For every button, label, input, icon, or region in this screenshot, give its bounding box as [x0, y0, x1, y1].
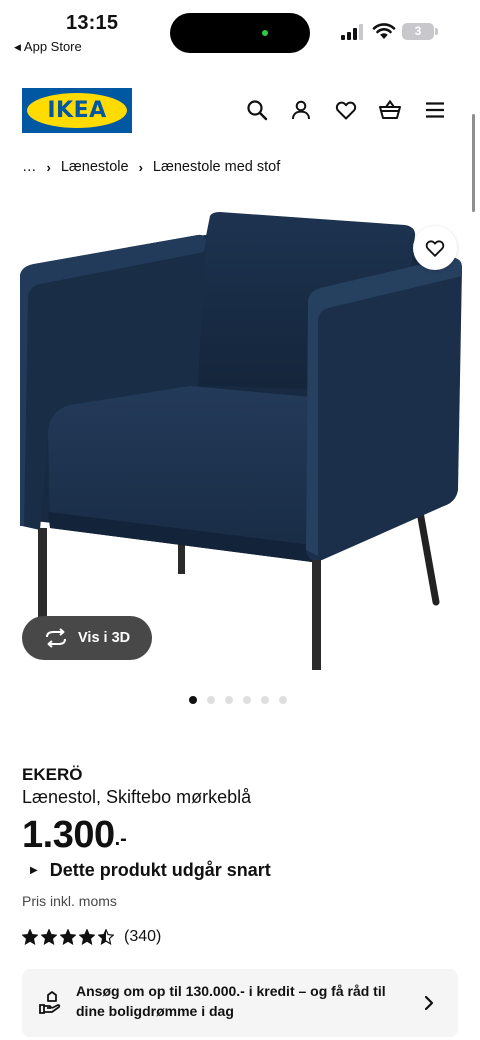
logo-text: IKEA: [47, 98, 107, 123]
breadcrumb: … › Lænestole › Lænestole med stof: [22, 156, 280, 178]
price-suffix: .-: [114, 828, 127, 850]
chevron-right-icon: ›: [138, 159, 143, 175]
account-icon[interactable]: [289, 98, 313, 122]
star-icon: [60, 929, 76, 945]
status-time: 13:15: [66, 12, 119, 34]
menu-icon[interactable]: [423, 98, 447, 122]
star-icon: [98, 929, 114, 945]
chevron-right-icon: ›: [46, 159, 51, 175]
caret-right-icon: ▶: [30, 865, 38, 876]
gallery-dot[interactable]: [207, 696, 215, 704]
rating-stars: [22, 929, 114, 945]
gallery-dot[interactable]: [225, 696, 233, 704]
gallery-dot[interactable]: [189, 696, 197, 704]
breadcrumb-fabric-armchairs[interactable]: Lænestole med stof: [153, 159, 280, 175]
chevron-right-icon: [424, 995, 434, 1011]
star-icon: [41, 929, 57, 945]
search-icon[interactable]: [245, 98, 269, 122]
star-icon: [79, 929, 95, 945]
save-to-favorites-button[interactable]: [413, 226, 457, 270]
heart-icon[interactable]: [334, 98, 358, 122]
view-in-3d-label: Vis i 3D: [78, 630, 131, 646]
status-bar: 13:15 ◀ App Store 3: [0, 0, 480, 64]
review-count: (340): [124, 928, 162, 945]
scrollbar-thumb[interactable]: [472, 114, 475, 212]
price-amount: 1.300: [22, 814, 115, 856]
gallery-dot[interactable]: [279, 696, 287, 704]
discontinued-notice[interactable]: ▶ Dette produkt udgår snart: [30, 860, 271, 881]
product-rating[interactable]: (340): [22, 928, 161, 946]
breadcrumb-armchairs[interactable]: Lænestole: [61, 159, 129, 175]
view-in-3d-button[interactable]: Vis i 3D: [22, 616, 152, 660]
battery-level: 3: [414, 24, 422, 38]
product-image: [20, 212, 462, 670]
credit-hand-icon: [39, 991, 61, 1014]
wifi-icon: [372, 23, 396, 39]
gallery-dot[interactable]: [261, 696, 269, 704]
dynamic-island: [170, 13, 310, 53]
credit-banner[interactable]: Ansøg om op til 130.000.- i kredit – og …: [22, 969, 458, 1037]
site-header: IKEA: [0, 80, 480, 140]
back-app-label: App Store: [23, 39, 82, 54]
back-triangle-icon: ◀: [14, 42, 21, 52]
star-icon: [22, 929, 38, 945]
discontinued-notice-label: Dette produkt udgår snart: [49, 860, 271, 880]
gallery-dot[interactable]: [243, 696, 251, 704]
rotate-3d-icon: [46, 628, 66, 648]
basket-icon[interactable]: [378, 98, 402, 122]
battery-icon: 3: [402, 23, 438, 40]
product-price: 1.300 .-: [22, 814, 127, 857]
camera-indicator: [262, 30, 268, 36]
ikea-logo[interactable]: IKEA: [22, 88, 132, 133]
vat-note: Pris inkl. moms: [22, 893, 117, 909]
product-name: EKERÖ: [22, 765, 83, 784]
breadcrumb-ellipsis[interactable]: …: [22, 159, 37, 175]
back-to-app-store[interactable]: ◀ App Store: [14, 39, 82, 54]
credit-banner-text: Ansøg om op til 130.000.- i kredit – og …: [76, 983, 386, 1019]
signal-icon: [341, 24, 363, 40]
gallery-pagination: [189, 696, 287, 704]
product-description: Lænestol, Skiftebo mørkeblå: [22, 787, 252, 807]
heart-icon: [425, 240, 445, 257]
product-gallery[interactable]: Vis i 3D: [0, 200, 480, 680]
